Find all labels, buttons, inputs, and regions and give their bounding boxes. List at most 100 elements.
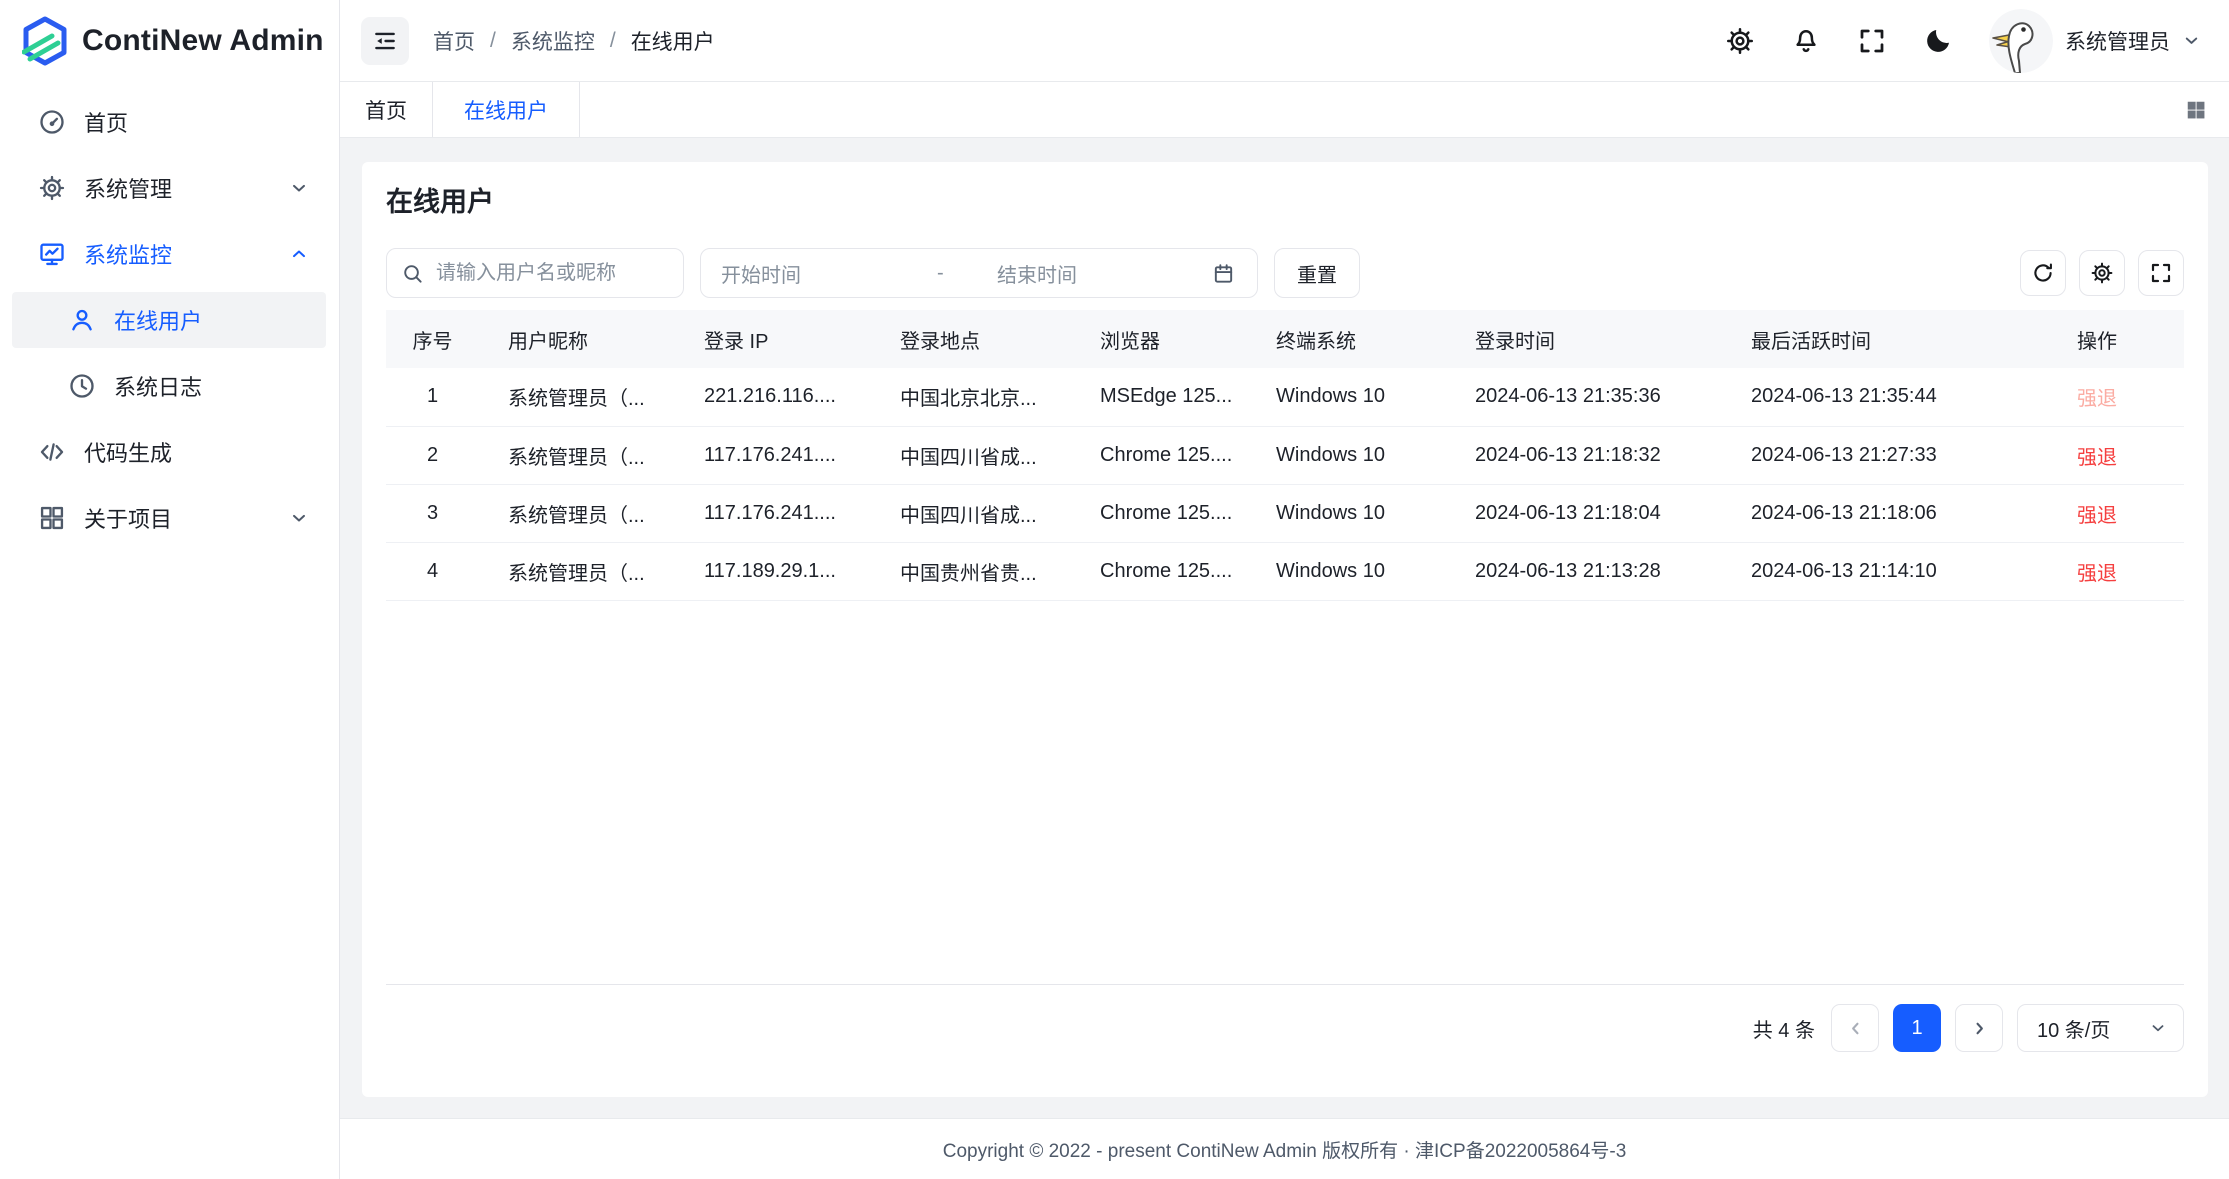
- tab-online-users[interactable]: 在线用户: [433, 82, 580, 137]
- force-logout-link[interactable]: 强退: [2077, 447, 2117, 469]
- tab-label: 在线用户: [464, 95, 548, 125]
- cell-ip: 117.189.29.1...: [675, 542, 871, 600]
- pagination-page-1[interactable]: 1: [1893, 1004, 1941, 1052]
- user-menu[interactable]: 系统管理员: [1989, 9, 2201, 73]
- tabbar-spacer: [580, 82, 2163, 137]
- page-size-value: 10 条/页: [2037, 1014, 2110, 1043]
- cell-ip: 221.216.116....: [675, 368, 871, 426]
- cell-ip: 117.176.241....: [675, 426, 871, 484]
- column-header-last-active: 最后活跃时间: [1722, 310, 2048, 368]
- search-box: [386, 248, 684, 298]
- page-size-select[interactable]: 10 条/页: [2017, 1004, 2184, 1052]
- column-settings-button[interactable]: [2079, 250, 2125, 296]
- force-logout-link: 强退: [2077, 388, 2117, 410]
- force-logout-link[interactable]: 强退: [2077, 563, 2117, 585]
- cell-location: 中国四川省成...: [871, 484, 1071, 542]
- breadcrumb-item-online-users: 在线用户: [631, 26, 715, 56]
- cell-os: Windows 10: [1247, 368, 1446, 426]
- code-icon: [38, 438, 66, 466]
- copyright-text: Copyright © 2022 - present ContiNew Admi…: [943, 1136, 1627, 1163]
- user-name: 系统管理员: [2065, 26, 2170, 56]
- sidebar-item-system-management[interactable]: 系统管理: [12, 160, 326, 216]
- fullscreen-icon: [2149, 261, 2173, 285]
- clock-icon: [68, 372, 96, 400]
- dark-mode-moon-icon[interactable]: [1923, 26, 1953, 56]
- cell-location: 中国北京北京...: [871, 368, 1071, 426]
- topbar: 首页 / 系统监控 / 在线用户: [340, 0, 2229, 82]
- avatar: [1989, 9, 2053, 73]
- table-row: 4 系统管理员（... 117.189.29.1... 中国贵州省贵... Ch…: [386, 542, 2184, 600]
- table-header-row: 序号 用户昵称 登录 IP 登录地点 浏览器 终端系统 登录时间 最后活跃时间 …: [386, 310, 2184, 368]
- grid-icon: [38, 504, 66, 532]
- cell-browser: MSEdge 125...: [1071, 368, 1247, 426]
- sidebar-item-label: 首页: [84, 106, 128, 138]
- force-logout-link[interactable]: 强退: [2077, 505, 2117, 527]
- cell-location: 中国贵州省贵...: [871, 542, 1071, 600]
- cell-os: Windows 10: [1247, 484, 1446, 542]
- breadcrumb: 首页 / 系统监控 / 在线用户: [433, 26, 715, 56]
- column-header-login-time: 登录时间: [1446, 310, 1722, 368]
- sidebar-item-label: 在线用户: [114, 304, 202, 336]
- sidebar: ContiNew Admin 首页 系统管理: [0, 0, 340, 1179]
- tabbar: 首页 在线用户: [340, 82, 2229, 138]
- cell-browser: Chrome 125....: [1071, 484, 1247, 542]
- notification-bell-icon[interactable]: [1791, 26, 1821, 56]
- menu-fold-icon: [372, 28, 398, 54]
- logo-area[interactable]: ContiNew Admin: [0, 0, 339, 82]
- cell-login-time: 2024-06-13 21:35:36: [1446, 368, 1722, 426]
- cell-seq: 2: [386, 426, 479, 484]
- app-title: ContiNew Admin: [82, 24, 324, 58]
- date-range-picker[interactable]: 开始时间 - 结束时间: [700, 248, 1258, 298]
- cell-login-time: 2024-06-13 21:13:28: [1446, 542, 1722, 600]
- breadcrumb-item-system-monitor[interactable]: 系统监控: [511, 26, 595, 56]
- cell-browser: Chrome 125....: [1071, 426, 1247, 484]
- table-row: 3 系统管理员（... 117.176.241.... 中国四川省成... Ch…: [386, 484, 2184, 542]
- date-end-placeholder: 结束时间: [997, 259, 1212, 288]
- table-fullscreen-button[interactable]: [2138, 250, 2184, 296]
- date-range-separator: -: [937, 262, 997, 285]
- fullscreen-icon[interactable]: [1857, 26, 1887, 56]
- app-logo-icon: [22, 16, 68, 66]
- search-input[interactable]: [436, 262, 669, 285]
- calendar-icon: [1212, 262, 1235, 285]
- online-users-table: 序号 用户昵称 登录 IP 登录地点 浏览器 终端系统 登录时间 最后活跃时间 …: [386, 310, 2184, 985]
- pagination: 共 4 条 1 10 条/页: [386, 1004, 2184, 1052]
- chevron-up-icon: [289, 244, 309, 264]
- settings-gear-icon[interactable]: [1725, 26, 1755, 56]
- tab-actions-grid-icon[interactable]: [2163, 82, 2229, 137]
- sidebar-collapse-button[interactable]: [361, 17, 409, 65]
- cell-nickname: 系统管理员（...: [479, 542, 675, 600]
- sidebar-menu: 首页 系统管理 系统监控: [0, 82, 339, 556]
- sidebar-item-online-users[interactable]: 在线用户: [12, 292, 326, 348]
- cell-nickname: 系统管理员（...: [479, 426, 675, 484]
- pagination-prev-button[interactable]: [1831, 1004, 1879, 1052]
- cell-ip: 117.176.241....: [675, 484, 871, 542]
- breadcrumb-item-home[interactable]: 首页: [433, 26, 475, 56]
- cell-seq: 1: [386, 368, 479, 426]
- sidebar-item-label: 代码生成: [84, 436, 172, 468]
- reset-button[interactable]: 重置: [1274, 248, 1360, 298]
- dashboard-icon: [38, 108, 66, 136]
- pagination-next-button[interactable]: [1955, 1004, 2003, 1052]
- date-start-placeholder: 开始时间: [721, 259, 937, 288]
- search-icon: [401, 262, 424, 285]
- chevron-down-icon: [289, 178, 309, 198]
- cell-last-active: 2024-06-13 21:35:44: [1722, 368, 2048, 426]
- topbar-actions: 系统管理员: [1725, 9, 2201, 73]
- sidebar-item-home[interactable]: 首页: [12, 94, 326, 150]
- column-header-os: 终端系统: [1247, 310, 1446, 368]
- table-row: 2 系统管理员（... 117.176.241.... 中国四川省成... Ch…: [386, 426, 2184, 484]
- tab-home[interactable]: 首页: [340, 82, 433, 137]
- cell-last-active: 2024-06-13 21:18:06: [1722, 484, 2048, 542]
- sidebar-item-code-generation[interactable]: 代码生成: [12, 424, 326, 480]
- sidebar-item-system-monitor[interactable]: 系统监控: [12, 226, 326, 282]
- footer: Copyright © 2022 - present ContiNew Admi…: [340, 1118, 2229, 1179]
- refresh-button[interactable]: [2020, 250, 2066, 296]
- chevron-down-icon: [289, 508, 309, 528]
- cell-seq: 4: [386, 542, 479, 600]
- cell-seq: 3: [386, 484, 479, 542]
- sidebar-item-label: 关于项目: [84, 502, 172, 534]
- sidebar-item-about-project[interactable]: 关于项目: [12, 490, 326, 546]
- tab-label: 首页: [365, 95, 407, 125]
- sidebar-item-system-logs[interactable]: 系统日志: [12, 358, 326, 414]
